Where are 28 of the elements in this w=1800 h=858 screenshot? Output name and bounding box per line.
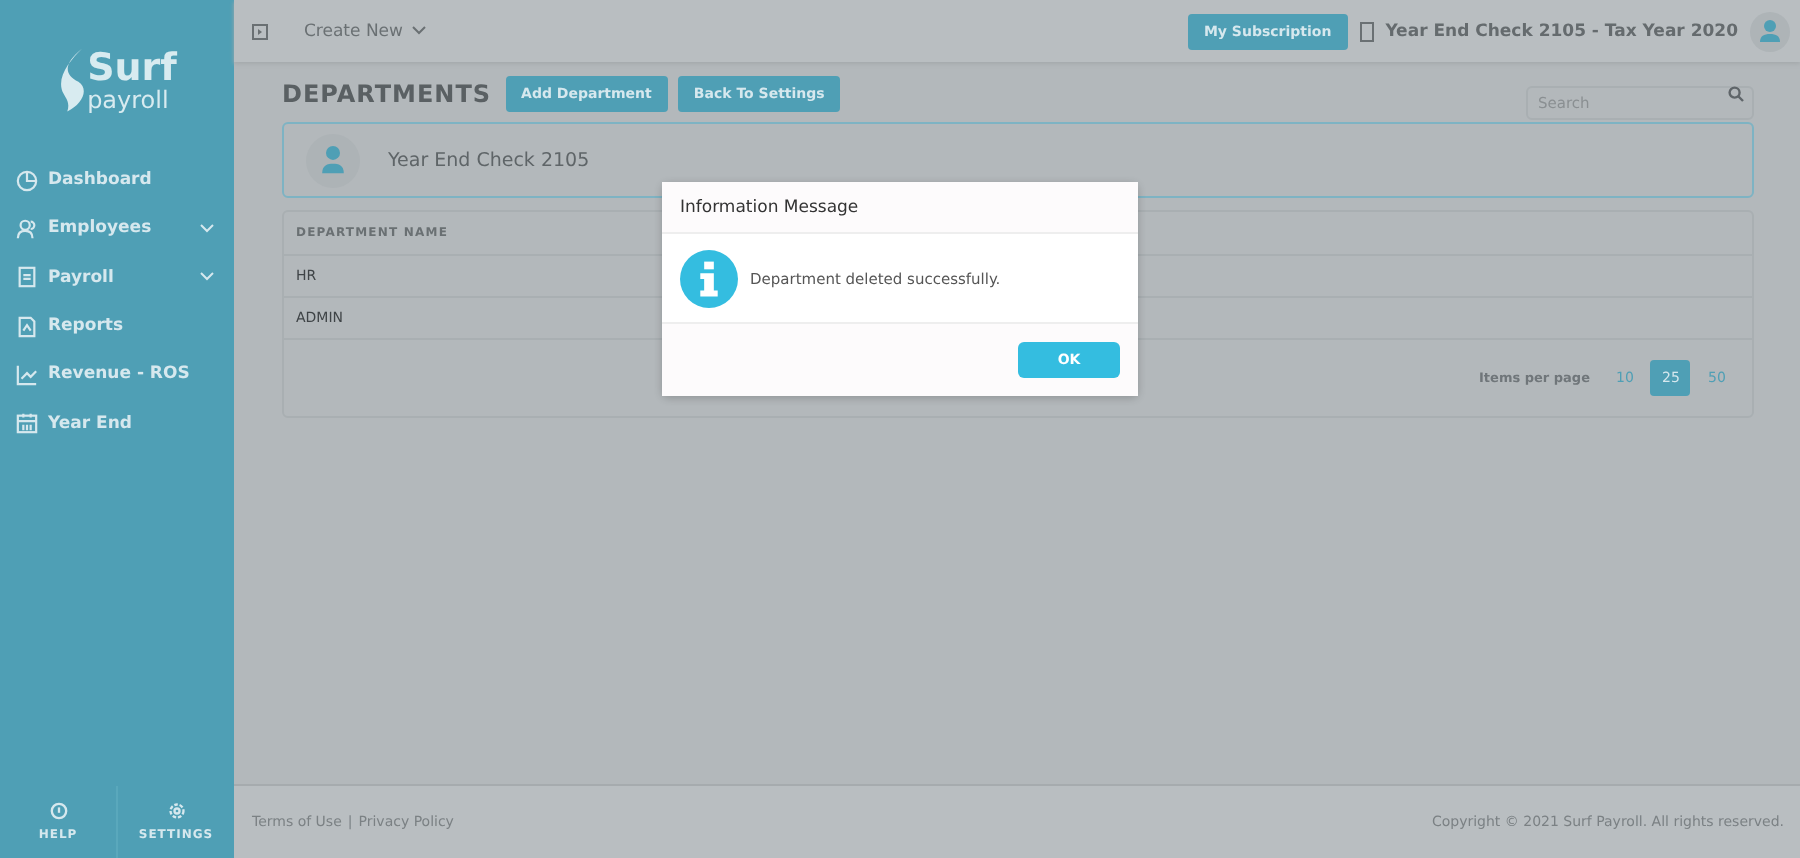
nav-item[interactable]: Revenue - ROS xyxy=(0,350,234,399)
line-chart-icon xyxy=(16,363,38,386)
nav-item[interactable]: Dashboard xyxy=(0,156,234,205)
logo-word: Surf xyxy=(87,49,177,87)
calendar-icon xyxy=(16,412,38,435)
dialog-title: Information Message xyxy=(662,182,1138,234)
search-icon xyxy=(1728,86,1744,102)
collapse-icon[interactable] xyxy=(252,23,268,39)
nav-item[interactable]: Year End xyxy=(0,398,234,448)
company-name: Year End Check 2105 - Tax Year 2020 xyxy=(1385,21,1738,41)
chevron-icon xyxy=(411,26,425,36)
nav-item[interactable]: Reports xyxy=(0,301,234,351)
document-icon xyxy=(16,266,38,289)
user-icon[interactable] xyxy=(1750,11,1790,51)
help-icon xyxy=(49,802,67,820)
nav-item[interactable]: Employees xyxy=(0,204,234,254)
nav-item[interactable]: Payroll xyxy=(0,253,234,302)
logo-subtitle: payroll xyxy=(87,87,171,111)
page-title: DEPARTMENTS xyxy=(282,80,492,108)
info-icon xyxy=(680,249,738,307)
people-icon xyxy=(16,217,38,240)
settings-icon xyxy=(167,802,185,820)
user-icon xyxy=(306,133,360,187)
create-new-menu[interactable]: Create New xyxy=(304,21,425,41)
clock-icon xyxy=(16,169,38,192)
tablet-icon xyxy=(1359,21,1374,41)
company-name: Year End Check 2105 xyxy=(388,149,590,171)
report-icon xyxy=(16,315,38,338)
